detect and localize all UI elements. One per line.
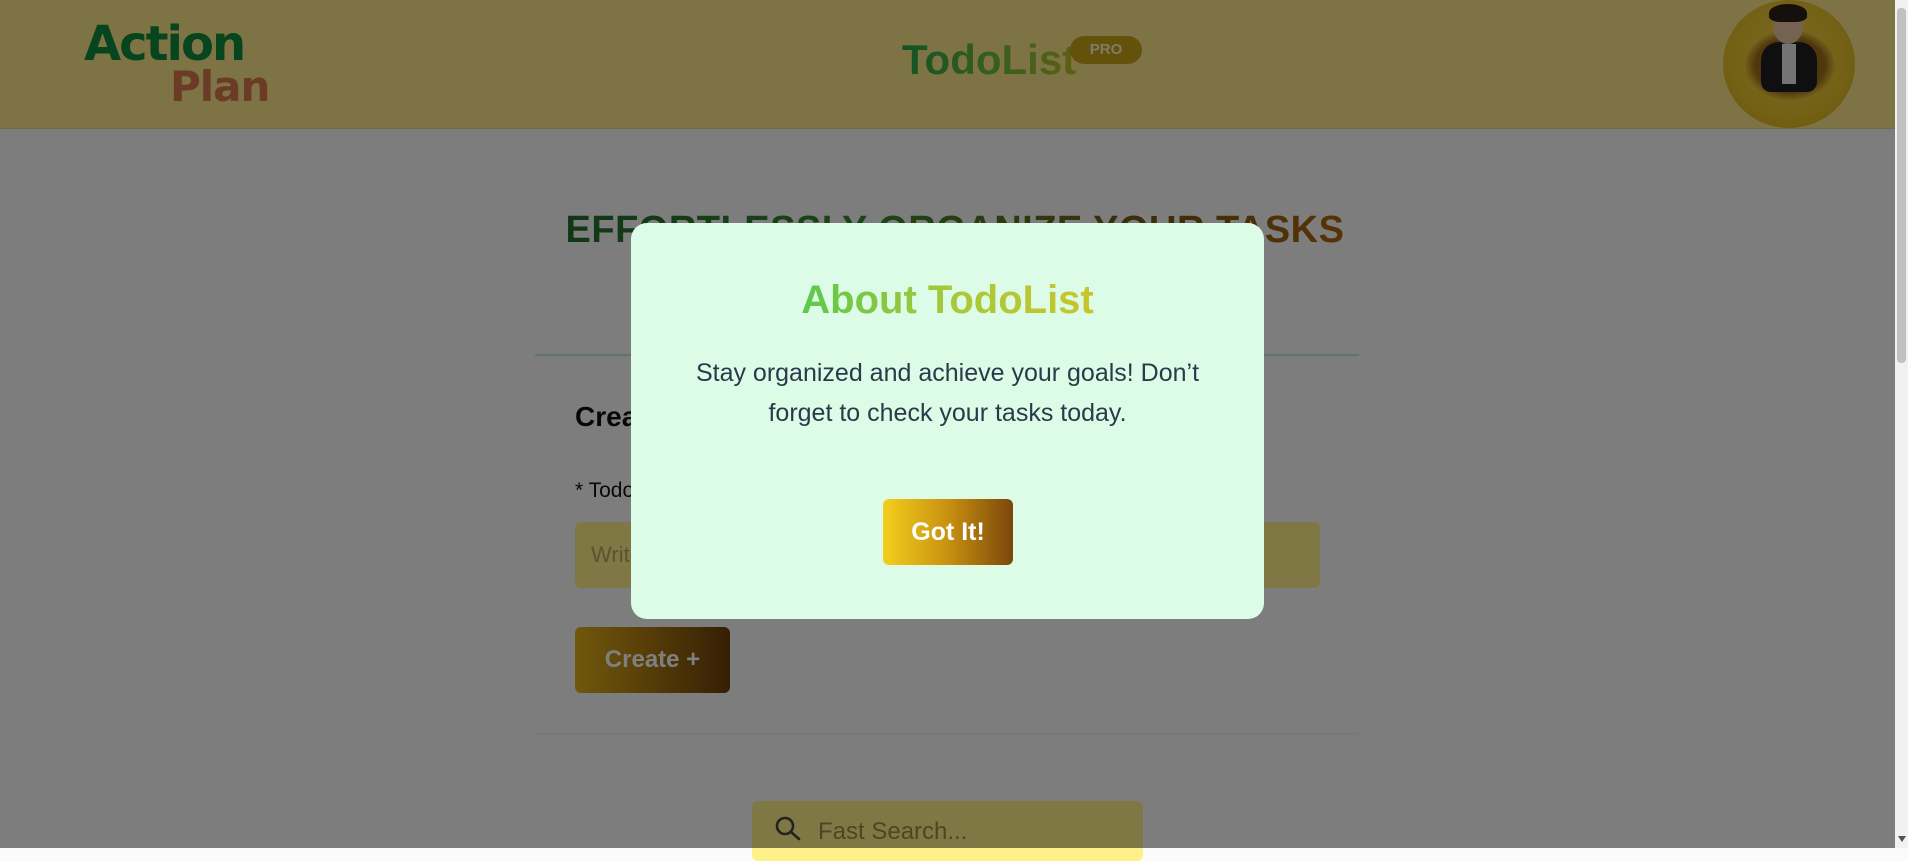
- modal-body: Stay organized and achieve your goals! D…: [695, 359, 1200, 427]
- modal-title: About TodoList: [631, 275, 1264, 325]
- modal-title-text: About TodoList: [801, 278, 1094, 322]
- scroll-thumb[interactable]: [1897, 8, 1906, 363]
- about-modal: About TodoList Stay organized and achiev…: [631, 223, 1264, 619]
- got-it-button[interactable]: Got It!: [883, 499, 1013, 565]
- scrollbar[interactable]: [1895, 0, 1908, 848]
- chevron-down-icon[interactable]: [1898, 836, 1906, 842]
